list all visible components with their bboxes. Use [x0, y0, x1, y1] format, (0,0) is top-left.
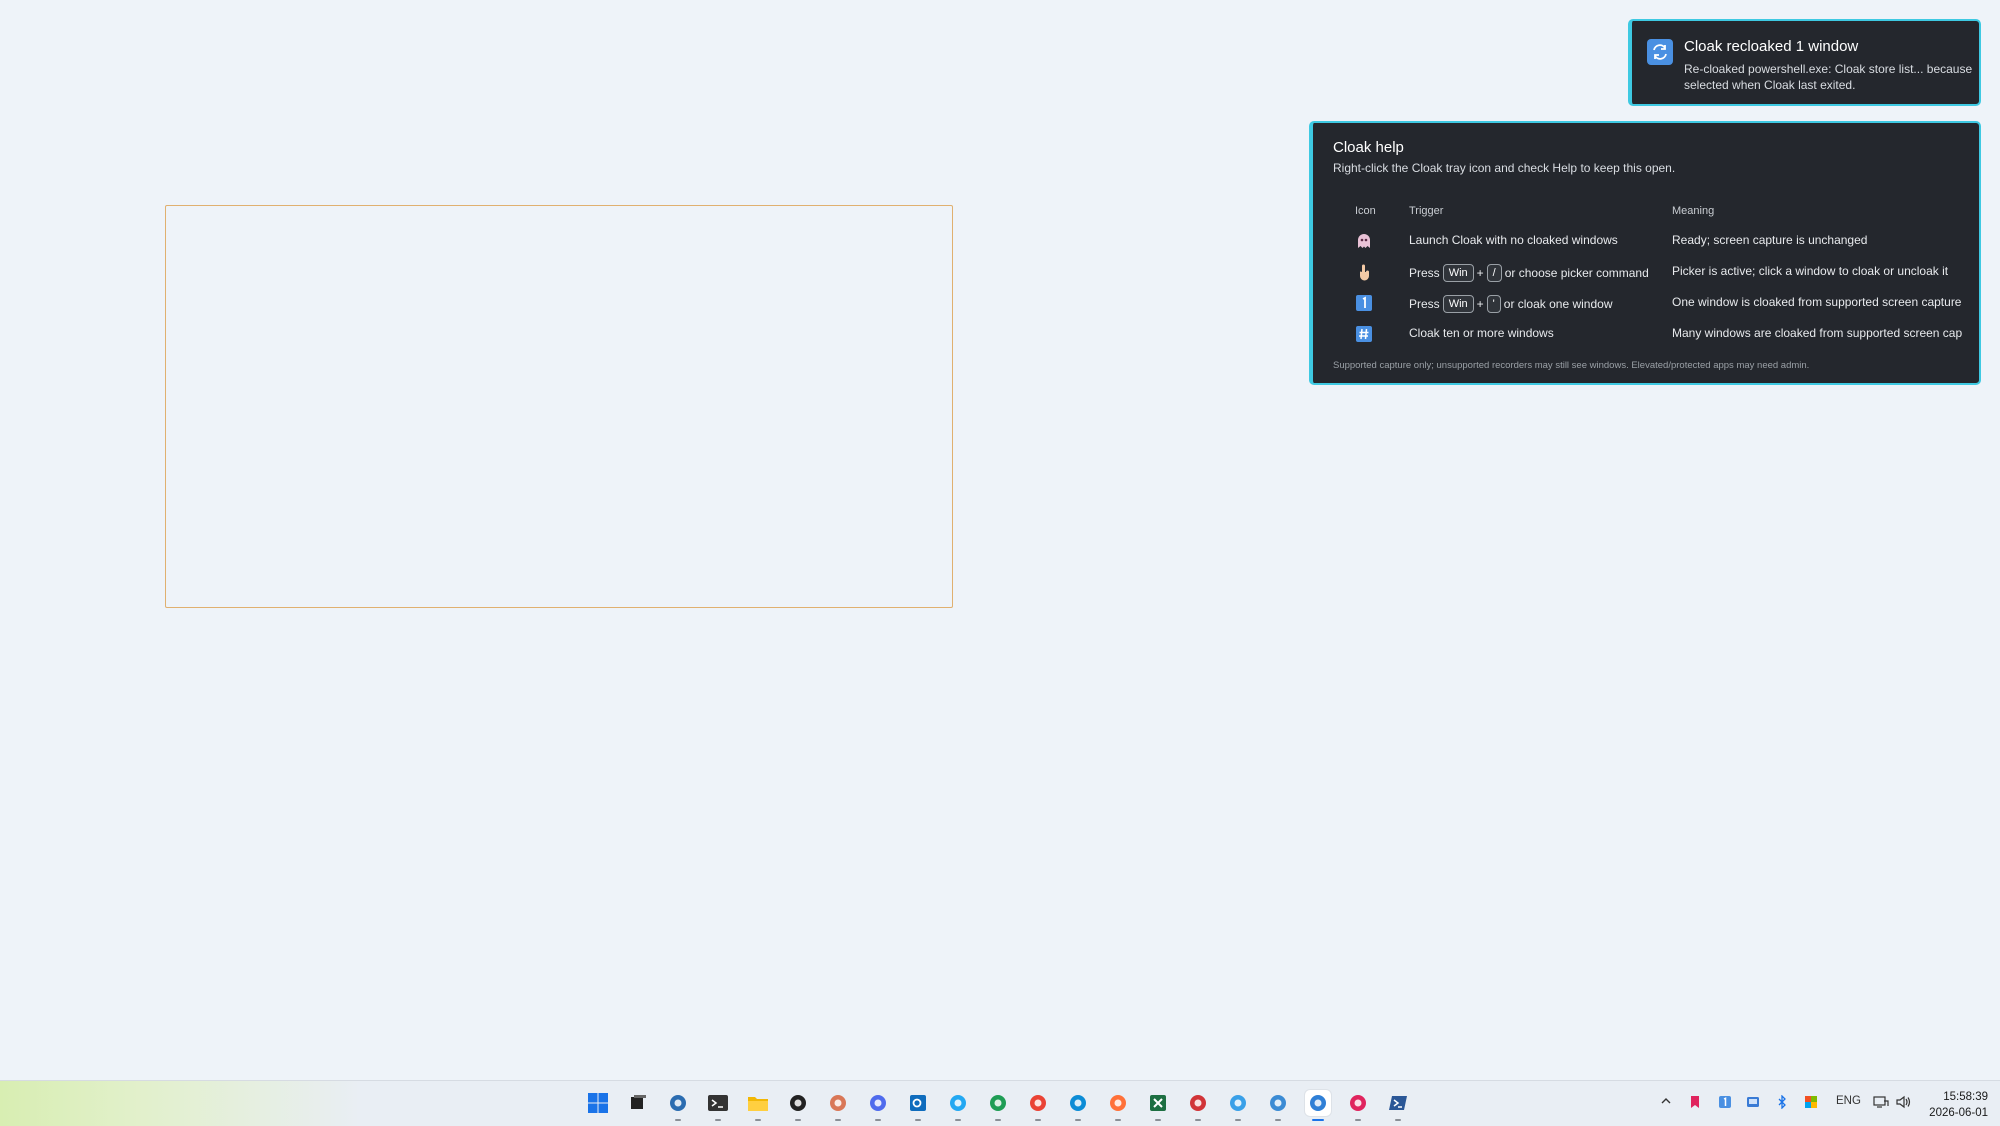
- outlook-icon[interactable]: [905, 1090, 931, 1121]
- quote-key: ': [1486, 295, 1501, 313]
- bookmark-tray-icon[interactable]: [1689, 1095, 1701, 1109]
- column-header-icon: Icon: [1355, 205, 1376, 217]
- running-indicator: [795, 1119, 801, 1121]
- help-title: Cloak help: [1333, 139, 1404, 156]
- clock[interactable]: 15:58:39 2026-06-01: [1920, 1089, 1988, 1121]
- edge-icon[interactable]: [1065, 1090, 1091, 1121]
- bookmark-app-icon[interactable]: [1345, 1090, 1371, 1121]
- cloak-tray-icon[interactable]: [1718, 1095, 1732, 1109]
- network-icon[interactable]: [1873, 1095, 1889, 1109]
- snipping-tool-icon[interactable]: [1185, 1090, 1211, 1121]
- help-row: Cloak ten or more windows Many windows a…: [1313, 320, 1979, 348]
- selection-frame: [165, 205, 953, 608]
- trigger-suffix: or cloak one window: [1503, 297, 1613, 311]
- terminal-icon[interactable]: [705, 1090, 731, 1121]
- trigger-text: Launch Cloak with no cloaked windows: [1409, 233, 1618, 247]
- running-indicator: [1395, 1119, 1401, 1121]
- running-indicator: [915, 1119, 921, 1121]
- running-indicator: [755, 1119, 761, 1121]
- running-indicator: [1355, 1119, 1361, 1121]
- refresh-icon: [1647, 39, 1673, 65]
- toast-body: Re-cloaked powershell.exe: Cloak store l…: [1684, 62, 1973, 92]
- running-indicator: [1312, 1119, 1324, 1121]
- running-indicator: [875, 1119, 881, 1121]
- trigger-prefix: Press: [1409, 297, 1440, 311]
- trigger-suffix: or choose picker command: [1504, 266, 1649, 280]
- powershell-icon[interactable]: [1385, 1090, 1411, 1121]
- running-indicator: [955, 1119, 961, 1121]
- excel-icon[interactable]: [1145, 1090, 1171, 1121]
- help-row: Press Win + / or choose picker command P…: [1313, 258, 1979, 286]
- clock-time: 15:58:39: [1943, 1091, 1988, 1103]
- file-explorer-icon[interactable]: [745, 1090, 771, 1121]
- running-indicator: [1155, 1119, 1161, 1121]
- paint-icon[interactable]: [1305, 1090, 1331, 1121]
- ghost-icon: [1355, 232, 1373, 250]
- widgets-icon[interactable]: [665, 1090, 691, 1121]
- pointer-hand-icon: [1355, 263, 1373, 281]
- trigger-text: Cloak ten or more windows: [1409, 326, 1554, 340]
- win-key: Win: [1442, 295, 1474, 313]
- remote-tray-icon[interactable]: [1746, 1095, 1760, 1109]
- column-header-meaning: Meaning: [1672, 205, 1715, 217]
- claude-icon[interactable]: [825, 1090, 851, 1121]
- meaning-text: One window is cloaked from supported scr…: [1672, 295, 1962, 309]
- trigger-prefix: Press: [1409, 266, 1440, 280]
- globe-app-icon[interactable]: [1265, 1090, 1291, 1121]
- meaning-text: Picker is active; click a window to cloa…: [1672, 264, 1949, 278]
- firefox-icon[interactable]: [1105, 1090, 1131, 1121]
- win-key: Win: [1442, 264, 1474, 282]
- app-tray-icon[interactable]: [1804, 1095, 1818, 1109]
- number-one-icon: [1355, 294, 1373, 312]
- language-indicator[interactable]: ENG: [1836, 1095, 1861, 1107]
- column-header-trigger: Trigger: [1409, 205, 1444, 217]
- meaning-text: Ready; screen capture is unchanged: [1672, 233, 1868, 247]
- running-indicator: [995, 1119, 1001, 1121]
- help-subtitle: Right-click the Cloak tray icon and chec…: [1333, 161, 1676, 175]
- trigger-text: Press Win + ' or cloak one window: [1409, 295, 1613, 313]
- volume-icon[interactable]: [1895, 1095, 1911, 1109]
- task-view-icon[interactable]: [625, 1090, 651, 1116]
- slash-key: /: [1486, 264, 1502, 282]
- chrome-icon[interactable]: [1025, 1090, 1051, 1121]
- toast-title: Cloak recloaked 1 window: [1684, 38, 1859, 55]
- cloak-help-panel: Cloak help Right-click the Cloak tray ic…: [1309, 121, 1981, 385]
- help-footnote: Supported capture only; unsupported reco…: [1333, 360, 1810, 371]
- recloak-toast[interactable]: Cloak recloaked 1 window Re-cloaked powe…: [1628, 19, 1981, 106]
- running-indicator: [835, 1119, 841, 1121]
- running-indicator: [1115, 1119, 1121, 1121]
- app-blue-icon[interactable]: [865, 1090, 891, 1121]
- trigger-text: Press Win + / or choose picker command: [1409, 264, 1649, 282]
- running-indicator: [1195, 1119, 1201, 1121]
- clock-date: 2026-06-01: [1929, 1107, 1988, 1119]
- show-hidden-icons-chevron-icon[interactable]: [1660, 1095, 1672, 1107]
- remote-desktop-icon[interactable]: [1225, 1090, 1251, 1121]
- taskbar-glow: [0, 1081, 360, 1126]
- running-indicator: [1235, 1119, 1241, 1121]
- running-indicator: [715, 1119, 721, 1121]
- running-indicator: [1275, 1119, 1281, 1121]
- plus-sign: +: [1476, 297, 1484, 311]
- running-indicator: [675, 1119, 681, 1121]
- bluetooth-icon[interactable]: [1776, 1095, 1788, 1109]
- running-indicator: [1075, 1119, 1081, 1121]
- start-icon[interactable]: [585, 1090, 611, 1116]
- help-row: Press Win + ' or cloak one window One wi…: [1313, 289, 1979, 317]
- meaning-text: Many windows are cloaked from supported …: [1672, 326, 1963, 340]
- running-indicator: [1035, 1119, 1041, 1121]
- chatgpt-icon[interactable]: [785, 1090, 811, 1121]
- edge-dev-icon[interactable]: [985, 1090, 1011, 1121]
- plus-sign: +: [1476, 266, 1484, 280]
- help-row: Launch Cloak with no cloaked windows Rea…: [1313, 227, 1979, 255]
- hash-icon: [1355, 325, 1373, 343]
- vscode-icon[interactable]: [945, 1090, 971, 1121]
- taskbar: ENG 15:58:39 2026-06-01: [0, 1080, 2000, 1126]
